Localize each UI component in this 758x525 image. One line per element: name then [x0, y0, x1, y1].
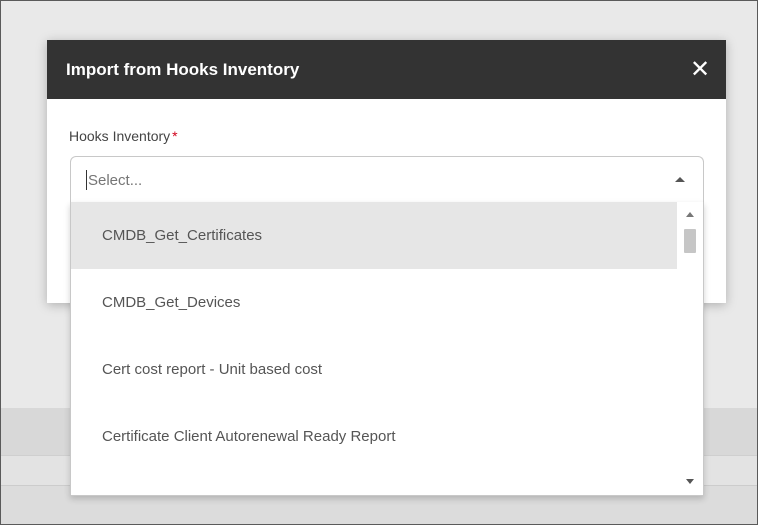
app-window: Import from Hooks Inventory ✕ Hooks Inve… [0, 0, 758, 525]
dropdown-list: CMDB_Get_Certificates CMDB_Get_Devices C… [71, 202, 679, 470]
dropdown-menu: CMDB_Get_Certificates CMDB_Get_Devices C… [70, 202, 704, 496]
scroll-down-icon[interactable] [686, 479, 694, 484]
option-label: CMDB_Get_Certificates [102, 227, 263, 244]
field-label-text: Hooks Inventory [69, 128, 171, 144]
dropdown-scrollbar[interactable] [677, 202, 703, 495]
dropdown-option[interactable]: CMDB_Get_Devices [71, 269, 679, 336]
scroll-up-icon[interactable] [686, 212, 694, 217]
modal-header: Import from Hooks Inventory ✕ [47, 40, 726, 99]
option-label: CMDB_Get_Devices [102, 294, 241, 311]
field-label: Hooks Inventory * [69, 128, 178, 144]
scroll-thumb[interactable] [684, 229, 696, 253]
chevron-up-icon[interactable] [675, 177, 685, 182]
dropdown-option[interactable]: Cert cost report - Unit based cost [71, 336, 679, 403]
modal-title: Import from Hooks Inventory [66, 59, 300, 79]
hooks-inventory-select[interactable] [70, 156, 704, 202]
dropdown-option[interactable]: CMDB_Get_Certificates [71, 202, 679, 269]
option-label: Certificate Client Autorenewal Ready Rep… [102, 428, 396, 445]
dropdown-option[interactable]: Certificate Client Autorenewal Ready Rep… [71, 403, 679, 470]
select-search-input[interactable] [86, 170, 646, 190]
required-marker: * [172, 128, 178, 144]
close-icon[interactable]: ✕ [688, 57, 712, 82]
option-label: Cert cost report - Unit based cost [102, 361, 323, 378]
